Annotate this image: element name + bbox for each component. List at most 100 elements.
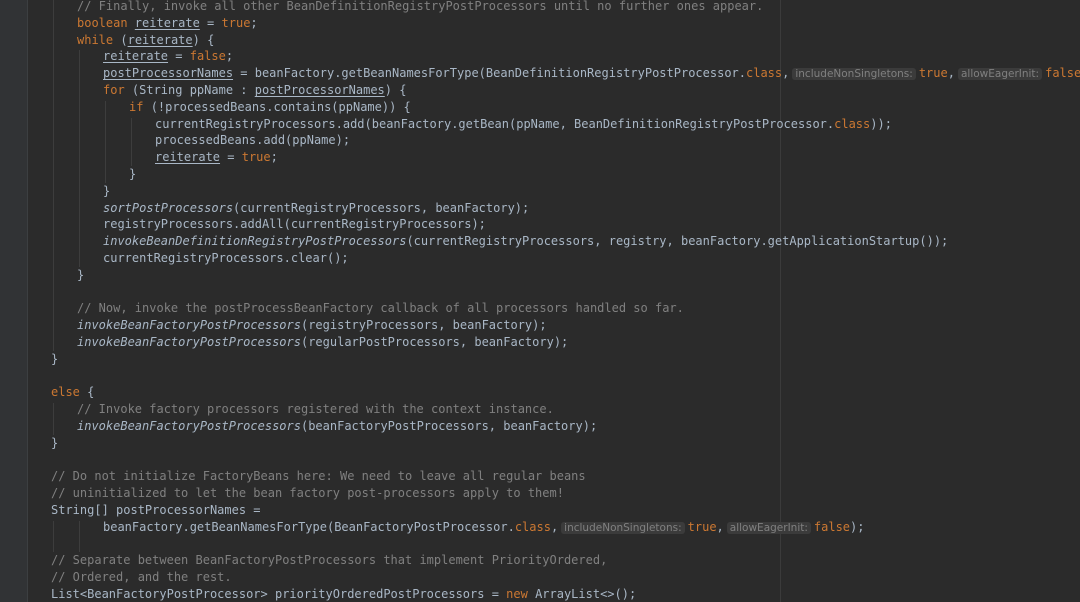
code-token-keyword: new bbox=[506, 587, 536, 601]
code-line[interactable]: // uninitialized to let the bean factory… bbox=[51, 485, 564, 502]
code-line[interactable]: invokeBeanFactoryPostProcessors(beanFact… bbox=[77, 418, 597, 435]
code-token-plain: ; bbox=[225, 49, 234, 64]
code-token-keyword: boolean bbox=[77, 15, 135, 30]
code-line[interactable]: // Invoke factory processors registered … bbox=[77, 401, 554, 418]
code-token-static: invokeBeanFactoryPostProcessors bbox=[77, 419, 301, 433]
code-token-static: sortPostProcessors bbox=[103, 200, 234, 215]
code-token-field: reiterate bbox=[134, 15, 200, 30]
code-token-plain: (currentRegistryProcessors, registry, be… bbox=[406, 234, 949, 249]
code-line[interactable]: boolean reiterate = true; bbox=[77, 15, 258, 32]
code-token-keyword: true bbox=[241, 150, 271, 165]
code-token-plain: String[] postProcessorNames = bbox=[51, 503, 261, 517]
parameter-hint: includeNonSingletons: bbox=[561, 521, 685, 534]
code-line[interactable]: invokeBeanFactoryPostProcessors(registry… bbox=[77, 317, 547, 334]
code-token-plain: } bbox=[129, 167, 137, 181]
code-token-plain: { bbox=[87, 385, 95, 400]
code-line[interactable]: postProcessorNames = beanFactory.getBean… bbox=[103, 65, 1080, 82]
code-line[interactable]: sortPostProcessors(currentRegistryProces… bbox=[103, 200, 529, 217]
code-token-field: reiterate bbox=[155, 150, 221, 165]
code-token-comment: // Do not initialize FactoryBeans here: … bbox=[51, 469, 586, 484]
code-token-keyword: for bbox=[103, 83, 132, 97]
code-token-plain: currentRegistryProcessors.clear(); bbox=[103, 251, 349, 265]
code-line[interactable]: } bbox=[77, 267, 84, 284]
code-line[interactable]: for (String ppName : postProcessorNames)… bbox=[103, 82, 406, 99]
code-token-plain: = bbox=[199, 15, 222, 30]
code-line[interactable]: currentRegistryProcessors.clear(); bbox=[103, 250, 349, 267]
code-token-plain: = bbox=[168, 49, 190, 64]
code-line[interactable]: // Separate between BeanFactoryPostProce… bbox=[51, 552, 607, 569]
code-token-plain: (String ppName : bbox=[131, 83, 255, 97]
code-token-plain: } bbox=[51, 435, 59, 450]
code-token-plain: ; bbox=[270, 150, 278, 165]
code-line[interactable]: while (reiterate) { bbox=[77, 32, 214, 49]
code-token-keyword: while bbox=[77, 32, 121, 47]
parameter-hint: allowEagerInit: bbox=[726, 521, 811, 534]
code-line[interactable]: List<BeanFactoryPostProcessor> priorityO… bbox=[51, 586, 636, 602]
code-line[interactable]: currentRegistryProcessors.add(beanFactor… bbox=[155, 116, 892, 133]
parameter-hint: allowEagerInit: bbox=[957, 68, 1043, 81]
code-token-static: invokeBeanDefinitionRegistryPostProcesso… bbox=[103, 234, 407, 249]
code-line[interactable]: else { bbox=[51, 384, 94, 401]
code-token-plain: ( bbox=[120, 32, 128, 47]
code-line[interactable]: } bbox=[103, 183, 110, 200]
indent-guide bbox=[79, 50, 80, 267]
code-token-comment: // uninitialized to let the bean factory… bbox=[51, 486, 564, 501]
parameter-hint: includeNonSingletons: bbox=[792, 68, 916, 81]
code-token-plain: (currentRegistryProcessors, beanFactory)… bbox=[233, 200, 530, 215]
code-line[interactable]: } bbox=[129, 166, 136, 183]
code-token-comment: // Ordered, and the rest. bbox=[51, 570, 232, 585]
code-token-plain: , bbox=[716, 519, 724, 534]
code-token-plain: (registryProcessors, beanFactory); bbox=[300, 318, 547, 333]
code-token-plain: currentRegistryProcessors.add(beanFactor… bbox=[155, 116, 835, 131]
indent-guide bbox=[53, 403, 54, 435]
code-token-field: reiterate bbox=[127, 32, 193, 47]
code-token-plain: List<BeanFactoryPostProcessor> priorityO… bbox=[51, 587, 507, 601]
code-line[interactable]: processedBeans.add(ppName); bbox=[155, 132, 350, 149]
code-token-plain: , bbox=[550, 519, 559, 534]
code-line[interactable]: } bbox=[51, 435, 58, 452]
code-editor[interactable]: // Finally, invoke all other BeanDefinit… bbox=[0, 0, 1080, 602]
code-token-keyword: class bbox=[834, 116, 871, 131]
indent-guide bbox=[105, 100, 106, 183]
code-token-plain: } bbox=[77, 267, 85, 282]
indent-guide bbox=[79, 520, 80, 553]
code-token-comment: // Now, invoke the postProcessBeanFactor… bbox=[77, 301, 684, 316]
code-line[interactable]: } bbox=[51, 351, 58, 368]
code-token-plain: } bbox=[103, 183, 111, 198]
code-line[interactable]: String[] postProcessorNames = bbox=[51, 502, 261, 519]
code-token-keyword: false bbox=[1045, 66, 1080, 81]
code-token-plain: ArrayList<>(); bbox=[535, 587, 637, 601]
code-line[interactable]: reiterate = false; bbox=[103, 48, 233, 65]
code-token-plain: ) { bbox=[192, 32, 215, 47]
code-token-plain: processedBeans.add(ppName); bbox=[155, 133, 351, 148]
code-line[interactable]: reiterate = true; bbox=[155, 149, 278, 166]
indent-guide bbox=[53, 520, 54, 553]
code-token-field: postProcessorNames bbox=[103, 66, 234, 81]
code-token-plain: )); bbox=[870, 116, 892, 131]
code-token-plain: = bbox=[220, 150, 242, 165]
code-line[interactable]: // Finally, invoke all other BeanDefinit… bbox=[77, 0, 763, 15]
code-line[interactable]: invokeBeanDefinitionRegistryPostProcesso… bbox=[103, 233, 948, 250]
code-token-keyword: class bbox=[514, 519, 551, 534]
code-line[interactable]: registryProcessors.addAll(currentRegistr… bbox=[103, 216, 486, 233]
code-line[interactable]: // Do not initialize FactoryBeans here: … bbox=[51, 468, 586, 485]
code-area[interactable]: // Finally, invoke all other BeanDefinit… bbox=[0, 0, 1080, 602]
code-token-plain: , bbox=[947, 66, 955, 81]
code-line[interactable]: // Now, invoke the postProcessBeanFactor… bbox=[77, 300, 684, 317]
code-line[interactable]: if (!processedBeans.contains(ppName)) { bbox=[129, 99, 411, 116]
code-line[interactable]: invokeBeanFactoryPostProcessors(regularP… bbox=[77, 334, 568, 351]
code-token-field: reiterate bbox=[103, 49, 169, 64]
code-token-static: invokeBeanFactoryPostProcessors bbox=[77, 318, 301, 333]
code-line[interactable]: beanFactory.getBeanNamesForType(BeanFact… bbox=[103, 519, 864, 536]
code-token-plain: (regularPostProcessors, beanFactory); bbox=[300, 335, 569, 349]
code-token-keyword: false bbox=[813, 519, 851, 534]
code-token-plain: = beanFactory.getBeanNamesForType(BeanDe… bbox=[233, 66, 746, 81]
code-token-keyword: true bbox=[918, 66, 948, 81]
code-token-static: invokeBeanFactoryPostProcessors bbox=[77, 335, 301, 349]
indent-guide bbox=[53, 0, 54, 351]
code-token-keyword: true bbox=[687, 519, 717, 534]
code-token-plain: } bbox=[51, 351, 59, 366]
code-token-comment: // Finally, invoke all other BeanDefinit… bbox=[77, 0, 764, 13]
code-line[interactable]: // Ordered, and the rest. bbox=[51, 569, 232, 586]
code-token-plain: , bbox=[782, 66, 790, 81]
